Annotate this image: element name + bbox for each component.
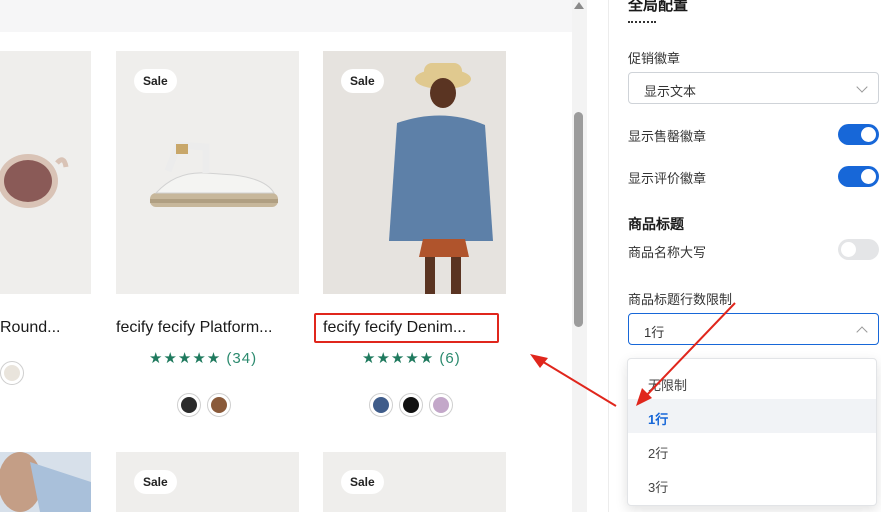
product-image[interactable]: [0, 51, 91, 294]
product-card[interactable]: Sale: [323, 452, 506, 512]
color-swatch[interactable]: [207, 393, 231, 417]
promo-badge-value: 显示文本: [644, 84, 697, 99]
panel-title: 全局配置: [628, 0, 689, 14]
product-preview: Round... Sale fecify fecify Platform... …: [0, 0, 587, 512]
product-rating: ★★★★★ (6): [362, 349, 461, 367]
line-limit-option[interactable]: 无限制: [628, 365, 876, 399]
color-swatch[interactable]: [0, 361, 24, 385]
uppercase-label: 商品名称大写: [628, 245, 707, 260]
line-limit-label: 商品标题行数限制: [628, 292, 733, 307]
line-limit-dropdown: 无限制 1行 2行 3行: [627, 358, 877, 506]
model-image: [0, 452, 91, 512]
promo-badge-label: 促销徽章: [628, 51, 681, 66]
show-review-toggle[interactable]: [838, 166, 879, 187]
sale-badge: Sale: [134, 470, 177, 494]
title-highlight-box: [314, 313, 499, 343]
product-card[interactable]: Round...: [0, 51, 91, 431]
show-soldout-toggle[interactable]: [838, 124, 879, 145]
line-limit-option[interactable]: 2行: [628, 433, 876, 467]
color-swatch[interactable]: [369, 393, 393, 417]
show-soldout-label: 显示售罄徽章: [628, 129, 707, 144]
chevron-up-icon: [856, 326, 868, 338]
uppercase-toggle[interactable]: [838, 239, 879, 260]
line-limit-value: 1行: [644, 325, 665, 340]
line-limit-option-selected[interactable]: 1行: [628, 399, 876, 433]
promo-badge-select[interactable]: 显示文本: [628, 72, 879, 104]
product-title[interactable]: Round...: [0, 319, 60, 337]
preview-header-strip: [0, 0, 572, 32]
scroll-up-arrow-icon[interactable]: [574, 2, 584, 9]
rating-stars: ★★★★★: [149, 350, 222, 367]
product-image[interactable]: [0, 452, 91, 512]
product-card[interactable]: Sale fecify fecify Denim... ★★★★★ (6): [323, 51, 506, 431]
sale-badge: Sale: [341, 470, 384, 494]
product-title[interactable]: fecify fecify Platform...: [116, 319, 272, 337]
color-swatch[interactable]: [399, 393, 423, 417]
product-title-section: 商品标题: [628, 216, 684, 232]
line-limit-select[interactable]: 1行: [628, 313, 879, 345]
show-review-label: 显示评价徽章: [628, 171, 707, 186]
rating-stars: ★★★★★: [362, 350, 435, 367]
rating-count: (34): [226, 350, 258, 367]
rating-count: (6): [439, 350, 461, 367]
product-card[interactable]: Sale fecify fecify Platform... ★★★★★ (34…: [116, 51, 299, 431]
product-rating: ★★★★★ (34): [149, 349, 257, 367]
sale-badge: Sale: [134, 69, 177, 93]
sunglasses-image: [0, 154, 69, 208]
product-card[interactable]: [0, 452, 91, 512]
chevron-down-icon: [856, 81, 868, 93]
line-limit-option[interactable]: 3行: [628, 467, 876, 501]
panel-subtitle-mark: [628, 21, 656, 25]
sale-badge: Sale: [341, 69, 384, 93]
product-card[interactable]: Sale: [116, 452, 299, 512]
scrollbar-thumb[interactable]: [574, 112, 583, 327]
color-swatch[interactable]: [177, 393, 201, 417]
color-swatch[interactable]: [429, 393, 453, 417]
